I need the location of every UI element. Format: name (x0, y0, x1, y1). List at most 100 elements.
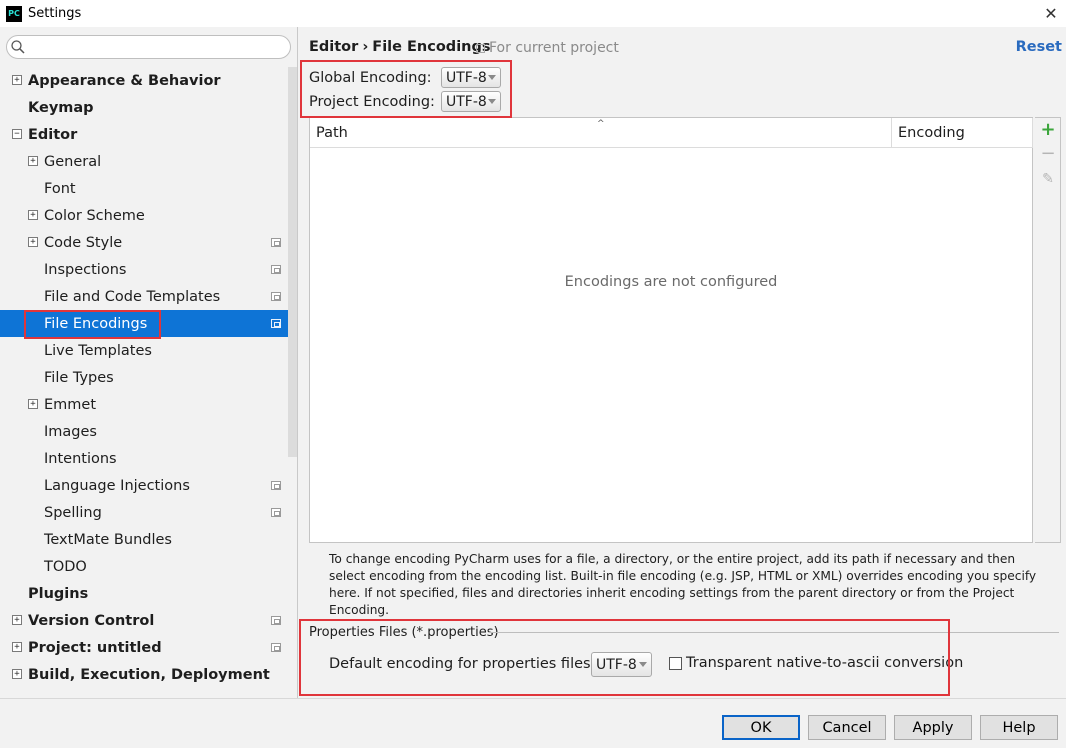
sort-caret-icon: ^ (597, 119, 605, 129)
project-scope-icon (476, 43, 485, 53)
add-button[interactable]: + (1039, 119, 1057, 140)
expand-icon[interactable]: + (12, 669, 22, 679)
sidebar-item-label: Font (44, 180, 76, 197)
dropdown-arrow-icon (639, 662, 647, 667)
edit-button[interactable]: ✎ (1039, 170, 1057, 188)
title-bar: PC Settings ✕ (0, 0, 1066, 27)
help-button[interactable]: Help (980, 715, 1058, 740)
dialog-button-bar: OK Cancel Apply Help (0, 698, 1066, 748)
properties-group-title: Properties Files (*.properties) (309, 625, 499, 640)
sidebar-item-emmet[interactable]: + Emmet (0, 391, 297, 418)
search-input[interactable] (29, 38, 284, 56)
sidebar-item-version-control[interactable]: + Version Control (0, 607, 297, 634)
sidebar-item-appearance-behavior[interactable]: + Appearance & Behavior (0, 67, 297, 94)
encodings-table[interactable]: Path ^ Encoding Encodings are not config… (309, 117, 1033, 543)
settings-sidebar: + Appearance & Behavior Keymap − Editor + Gene… (0, 27, 298, 698)
remove-button[interactable]: − (1039, 143, 1057, 164)
group-divider (489, 632, 1059, 633)
expand-icon[interactable]: + (28, 237, 38, 247)
sidebar-item-color-scheme[interactable]: + Color Scheme (0, 202, 297, 229)
sidebar-item-label: TextMate Bundles (44, 531, 172, 548)
expand-icon[interactable]: + (28, 399, 38, 409)
sidebar-item-general[interactable]: + General (0, 148, 297, 175)
sidebar-item-keymap[interactable]: Keymap (0, 94, 297, 121)
sidebar-item-label: Project: untitled (28, 639, 162, 656)
sidebar-item-file-and-code-templates[interactable]: File and Code Templates (0, 283, 297, 310)
table-toolbar: + − ✎ (1035, 117, 1061, 543)
breadcrumb: Editor › File Encodings (309, 39, 491, 55)
expand-icon[interactable]: + (12, 615, 22, 625)
sidebar-item-label: Emmet (44, 396, 97, 413)
sidebar-item-label: Intentions (44, 450, 117, 467)
sidebar-item-file-encodings[interactable]: File Encodings (0, 310, 297, 337)
project-scope-icon (271, 643, 281, 652)
sidebar-item-label: Language Injections (44, 477, 190, 494)
window-title: Settings (28, 6, 82, 21)
project-scope-icon (271, 319, 281, 328)
cancel-button[interactable]: Cancel (808, 715, 886, 740)
sidebar-scrollbar[interactable] (288, 67, 297, 457)
sidebar-item-code-style[interactable]: + Code Style (0, 229, 297, 256)
sidebar-item-language-injections[interactable]: Language Injections (0, 472, 297, 499)
close-icon: ✕ (1044, 4, 1058, 23)
sidebar-item-textmate-bundles[interactable]: TextMate Bundles (0, 526, 297, 553)
sidebar-item-label: File Types (44, 369, 114, 386)
sidebar-item-editor[interactable]: − Editor (0, 121, 297, 148)
expand-icon[interactable]: + (12, 75, 22, 85)
sidebar-item-label: Spelling (44, 504, 102, 521)
scope-label: For current project (489, 40, 619, 56)
column-header-encoding[interactable]: Encoding (892, 118, 1033, 148)
column-header-path-label: Path (316, 125, 348, 141)
dropdown-arrow-icon (488, 99, 496, 104)
sidebar-item-spelling[interactable]: Spelling (0, 499, 297, 526)
search-icon (11, 40, 25, 54)
sidebar-item-label: File Encodings (44, 315, 148, 332)
dropdown-arrow-icon (488, 75, 496, 80)
project-scope-icon (271, 238, 281, 247)
collapse-icon[interactable]: − (12, 129, 22, 139)
close-button[interactable]: ✕ (1036, 0, 1066, 27)
sidebar-item-inspections[interactable]: Inspections (0, 256, 297, 283)
expand-icon[interactable]: + (12, 642, 22, 652)
default-properties-encoding-label: Default encoding for properties files: (329, 656, 596, 672)
sidebar-item-label: Images (44, 423, 97, 440)
global-encoding-value: UTF-8 (446, 69, 487, 86)
global-encoding-row: Global Encoding: (309, 67, 432, 89)
project-scope-icon (271, 292, 281, 301)
sidebar-item-font[interactable]: Font (0, 175, 297, 202)
breadcrumb-parent: Editor (309, 39, 359, 55)
sidebar-item-label: File and Code Templates (44, 288, 221, 305)
sidebar-item-label: Color Scheme (44, 207, 145, 224)
breadcrumb-separator: › (362, 39, 369, 55)
transparent-conversion-checkbox[interactable] (669, 657, 682, 670)
sidebar-item-plugins[interactable]: Plugins (0, 580, 297, 607)
column-header-encoding-label: Encoding (898, 125, 965, 141)
project-scope-icon (271, 616, 281, 625)
sidebar-item-label: Live Templates (44, 342, 152, 359)
properties-encoding-select[interactable]: UTF-8 (591, 652, 652, 677)
sidebar-item-project-untitled[interactable]: + Project: untitled (0, 634, 297, 661)
sidebar-item-label: Build, Execution, Deployment (28, 666, 270, 683)
transparent-conversion-label[interactable]: Transparent native-to-ascii conversion (686, 655, 963, 671)
apply-button[interactable]: Apply (894, 715, 972, 740)
global-encoding-select[interactable]: UTF-8 (441, 67, 501, 88)
project-encoding-row: Project Encoding: (309, 91, 435, 113)
reset-link[interactable]: Reset (1016, 39, 1062, 55)
sidebar-item-todo[interactable]: TODO (0, 553, 297, 580)
expand-icon[interactable]: + (28, 156, 38, 166)
sidebar-item-build-execution-deployment[interactable]: + Build, Execution, Deployment (0, 661, 297, 688)
sidebar-item-images[interactable]: Images (0, 418, 297, 445)
sidebar-item-live-templates[interactable]: Live Templates (0, 337, 297, 364)
help-description: To change encoding PyCharm uses for a fi… (329, 552, 1037, 617)
expand-icon[interactable]: + (28, 210, 38, 220)
project-encoding-select[interactable]: UTF-8 (441, 91, 501, 112)
project-encoding-value: UTF-8 (446, 93, 487, 110)
search-box[interactable] (6, 35, 291, 59)
project-scope-icon (271, 265, 281, 274)
sidebar-item-intentions[interactable]: Intentions (0, 445, 297, 472)
sidebar-item-label: Inspections (44, 261, 127, 278)
sidebar-item-file-types[interactable]: File Types (0, 364, 297, 391)
ok-button[interactable]: OK (722, 715, 800, 740)
sidebar-item-label: Appearance & Behavior (28, 72, 221, 89)
sidebar-item-label: General (44, 153, 102, 170)
